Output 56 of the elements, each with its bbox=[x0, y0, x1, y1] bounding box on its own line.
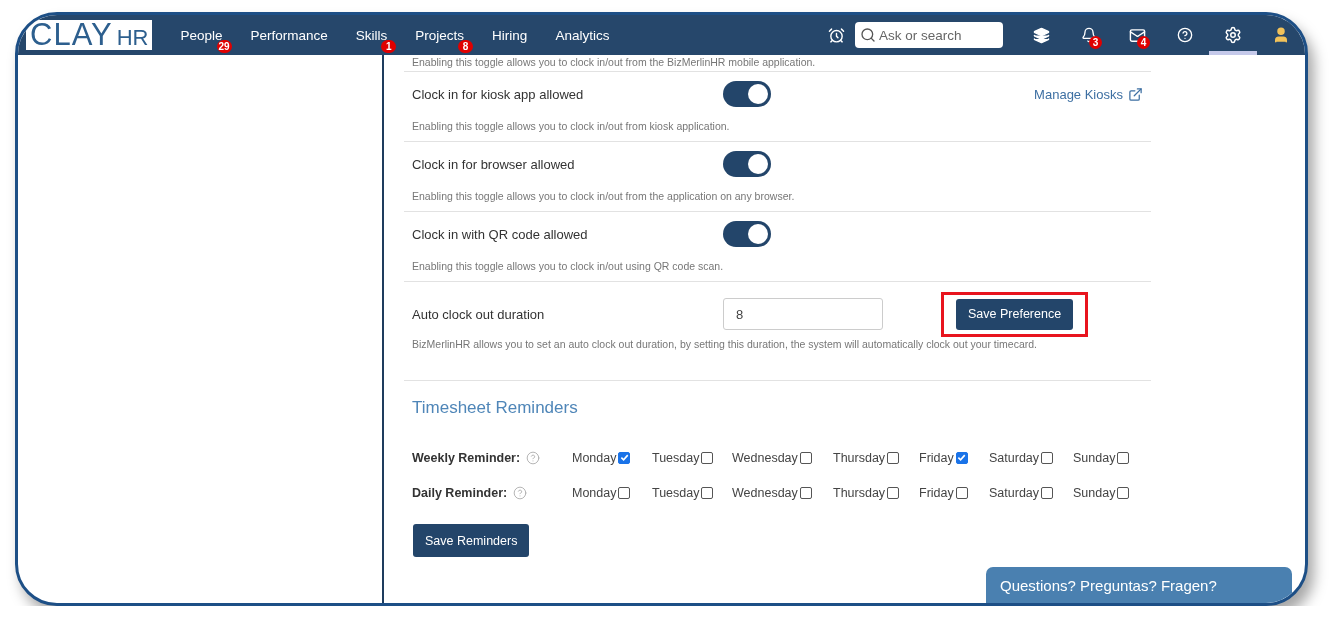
toggle-description: Enabling this toggle allows you to clock in/out from the application on any browser. bbox=[412, 190, 796, 202]
day-checkbox[interactable]: Sunday bbox=[1073, 485, 1143, 500]
nav-link[interactable]: Performance bbox=[250, 27, 328, 43]
count-badge: 29 bbox=[216, 39, 232, 53]
count-badge: 4 bbox=[1137, 36, 1150, 49]
day-checkbox[interactable]: Wednesday bbox=[732, 485, 833, 500]
day-checkbox[interactable]: Tuesday bbox=[652, 450, 732, 465]
toggle-description: Enabling this toggle allows you to clock in/out from the BizMerlinHR mobile application. bbox=[404, 56, 1151, 72]
count-badge: 3 bbox=[1089, 36, 1102, 49]
day-checkbox[interactable]: Wednesday bbox=[732, 450, 833, 465]
day-checkbox[interactable]: Saturday bbox=[989, 485, 1073, 500]
check-icon bbox=[620, 453, 629, 462]
day-checkbox[interactable]: Sunday bbox=[1073, 450, 1143, 465]
day-checkbox[interactable]: Monday bbox=[572, 485, 652, 500]
setting-description: BizMerlinHR allows you to set an auto clock out duration, by setting this duration, the system will automatically clock out your timecard. bbox=[412, 338, 1039, 350]
toolbar-button[interactable]: 4 bbox=[1113, 15, 1161, 55]
search-field[interactable]: Ask or search bbox=[855, 22, 1003, 48]
setting-label: Clock in with QR code allowed bbox=[412, 226, 589, 242]
toggle-switch[interactable] bbox=[723, 151, 771, 177]
search-icon bbox=[860, 27, 876, 43]
settings-icon bbox=[1224, 26, 1242, 44]
mail-icon bbox=[1128, 26, 1146, 44]
setting-label: Auto clock out duration bbox=[412, 306, 546, 322]
setting-label: Clock in for browser allowed bbox=[412, 156, 576, 172]
avatar-icon bbox=[1272, 26, 1290, 44]
section-title: Timesheet Reminders bbox=[412, 398, 579, 418]
toolbar-button[interactable]: 3 bbox=[1065, 15, 1113, 55]
toggle-switch[interactable] bbox=[723, 81, 771, 107]
day-checkbox[interactable]: Friday bbox=[919, 485, 989, 500]
save-preference-button[interactable]: Save Preference bbox=[956, 298, 1074, 330]
nav-link[interactable]: Analytics bbox=[555, 27, 610, 43]
toggle-description: Enabling this toggle allows you to clock in/out from kiosk application. bbox=[412, 120, 731, 132]
toggle-description: Enabling this toggle allows you to clock in/out using QR code scan. bbox=[412, 260, 725, 272]
day-checkbox[interactable]: Friday bbox=[919, 450, 989, 465]
manage-kiosks-link[interactable]: Manage Kiosks bbox=[1034, 86, 1143, 102]
alarm-clock-icon[interactable] bbox=[828, 26, 845, 44]
save-reminders-button[interactable]: Save Reminders bbox=[413, 524, 530, 557]
reminder-label: Daily Reminder: bbox=[412, 485, 508, 500]
nav-link[interactable]: Hiring bbox=[492, 27, 528, 43]
count-badge: 8 bbox=[458, 39, 474, 53]
layers-icon bbox=[1032, 26, 1050, 44]
reminder-label: Weekly Reminder: bbox=[412, 450, 521, 465]
setting-label: Clock in for kiosk app allowed bbox=[412, 86, 585, 102]
help-icon bbox=[1177, 27, 1193, 43]
help-chat-tab[interactable]: Questions? Preguntas? Fragen? bbox=[986, 567, 1292, 603]
check-icon bbox=[957, 453, 967, 462]
day-checkbox[interactable]: Tuesday bbox=[652, 485, 732, 500]
toggle-switch[interactable] bbox=[723, 221, 771, 247]
logo[interactable]: CLAY HR bbox=[26, 20, 153, 50]
day-checkbox[interactable]: Thursday bbox=[833, 485, 919, 500]
day-checkbox[interactable]: Monday bbox=[572, 450, 652, 465]
external-link-icon bbox=[1128, 86, 1143, 102]
duration-input[interactable]: 8 bbox=[723, 298, 883, 330]
day-checkbox[interactable]: Thursday bbox=[833, 450, 919, 465]
day-checkbox[interactable]: Saturday bbox=[989, 450, 1073, 465]
count-badge: 1 bbox=[381, 39, 397, 53]
